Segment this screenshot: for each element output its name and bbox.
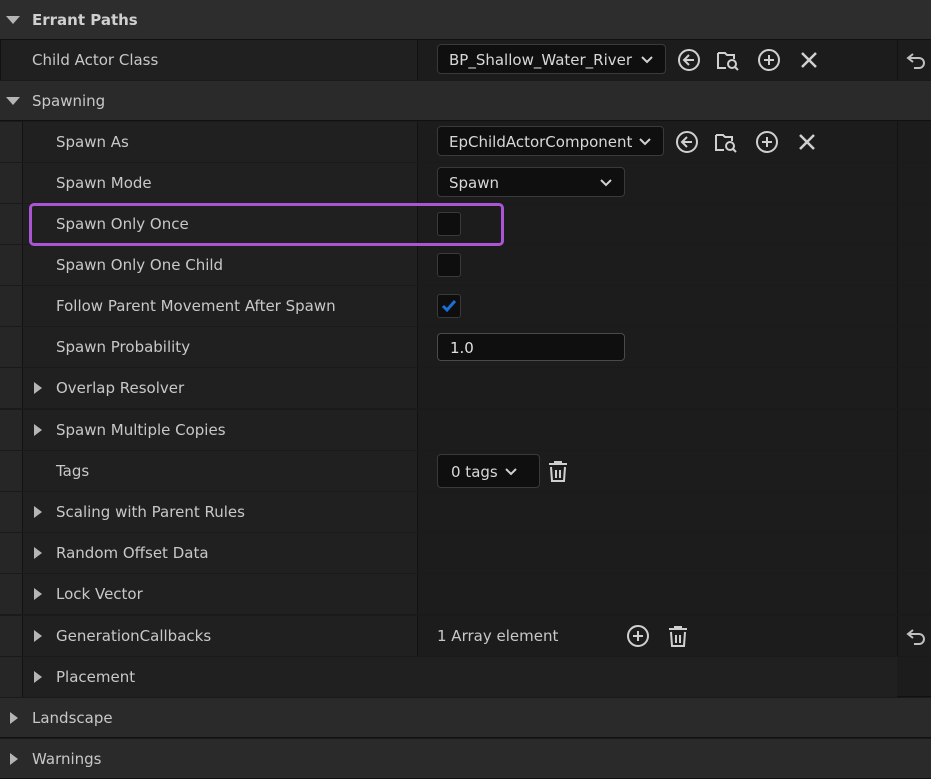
expand-arrow-icon[interactable] (34, 671, 42, 683)
property-label: Spawn Mode (56, 174, 152, 192)
expand-arrow-icon[interactable] (10, 753, 18, 765)
property-label: Overlap Resolver (56, 379, 185, 397)
chevron-down-icon (641, 56, 653, 64)
combo-value: BP_Shallow_Water_River (449, 51, 633, 69)
tags-row: Tags 0 tags (0, 451, 931, 491)
add-icon[interactable] (757, 48, 781, 72)
array-count: 1 Array element (437, 627, 559, 645)
browse-folder-icon[interactable] (716, 48, 740, 72)
property-label: Spawn Only Once (56, 215, 189, 233)
child-actor-class-row: Child Actor Class BP_Shallow_Water_River (0, 40, 931, 80)
add-element-icon[interactable] (626, 624, 650, 648)
random-offset-row[interactable]: Random Offset Data (0, 533, 931, 573)
property-label: Tags (56, 462, 90, 480)
expand-arrow-icon[interactable] (34, 630, 42, 642)
property-label: Spawn As (56, 133, 129, 151)
expand-arrow-icon[interactable] (10, 712, 18, 724)
child-actor-class-combo[interactable]: BP_Shallow_Water_River (437, 44, 666, 74)
property-label: Child Actor Class (32, 51, 159, 69)
browse-folder-icon[interactable] (714, 130, 738, 154)
expand-arrow-icon[interactable] (34, 506, 42, 518)
generation-callbacks-row[interactable]: GenerationCallbacks 1 Array element (0, 616, 931, 656)
property-label: Spawn Only One Child (56, 256, 224, 274)
field-value: 1.0 (450, 339, 474, 357)
clear-icon[interactable] (795, 130, 819, 154)
section-title: Landscape (32, 709, 113, 727)
property-label: Follow Parent Movement After Spawn (56, 297, 336, 315)
spawn-only-one-child-checkbox[interactable] (437, 253, 461, 277)
section-title: Errant Paths (32, 11, 138, 29)
tags-combo[interactable]: 0 tags (437, 454, 540, 488)
collapse-arrow-icon[interactable] (6, 16, 20, 24)
collapse-arrow-icon[interactable] (6, 97, 20, 105)
chevron-down-icon (639, 138, 651, 146)
checkmark-icon (441, 300, 457, 313)
overlap-resolver-row[interactable]: Overlap Resolver (0, 368, 931, 408)
section-spawning[interactable]: Spawning (0, 81, 931, 121)
follow-parent-row: Follow Parent Movement After Spawn (0, 286, 931, 326)
property-label: Spawn Multiple Copies (56, 421, 226, 439)
property-label: Spawn Probability (56, 338, 191, 356)
property-label: Random Offset Data (56, 544, 209, 562)
combo-value: 0 tags (451, 463, 498, 481)
lock-vector-row[interactable]: Lock Vector (0, 574, 931, 614)
add-icon[interactable] (755, 130, 779, 154)
spawn-mode-combo[interactable]: Spawn (437, 167, 625, 197)
spawn-only-once-row: Spawn Only Once (0, 204, 931, 244)
trash-icon[interactable] (546, 459, 570, 483)
section-errant-paths[interactable]: Errant Paths (0, 0, 931, 40)
expand-arrow-icon[interactable] (34, 588, 42, 600)
property-label: Scaling with Parent Rules (56, 503, 245, 521)
property-label: GenerationCallbacks (56, 627, 212, 645)
property-label: Placement (56, 668, 136, 686)
follow-parent-checkbox[interactable] (437, 294, 461, 318)
reset-to-default-icon[interactable] (904, 48, 928, 72)
clear-icon[interactable] (797, 48, 821, 72)
chevron-down-icon (505, 468, 517, 476)
section-warnings[interactable]: Warnings (0, 739, 931, 779)
expand-arrow-icon[interactable] (34, 547, 42, 559)
spawn-probability-row: Spawn Probability 1.0 (0, 327, 931, 367)
spawn-mode-row: Spawn Mode Spawn (0, 163, 931, 203)
use-selected-icon[interactable] (675, 130, 699, 154)
expand-arrow-icon[interactable] (34, 382, 42, 394)
section-title: Spawning (32, 92, 106, 110)
placement-row[interactable]: Placement (0, 657, 931, 697)
spawn-only-one-child-row: Spawn Only One Child (0, 245, 931, 285)
trash-icon[interactable] (666, 624, 690, 648)
spawn-probability-field[interactable]: 1.0 (437, 333, 625, 361)
chevron-down-icon (600, 179, 612, 187)
spawn-only-once-checkbox[interactable] (437, 212, 461, 236)
section-landscape[interactable]: Landscape (0, 698, 931, 738)
spawn-multiple-copies-row[interactable]: Spawn Multiple Copies (0, 410, 931, 450)
combo-value: Spawn (449, 174, 500, 192)
use-selected-icon[interactable] (677, 48, 701, 72)
spawn-as-combo[interactable]: EpChildActorComponent (437, 126, 664, 156)
section-title: Warnings (32, 750, 102, 768)
combo-value: EpChildActorComponent (449, 133, 633, 151)
reset-to-default-icon[interactable] (904, 624, 928, 648)
property-label: Lock Vector (56, 585, 143, 603)
expand-arrow-icon[interactable] (34, 424, 42, 436)
spawn-as-row: Spawn As EpChildActorComponent (0, 122, 931, 162)
scaling-row[interactable]: Scaling with Parent Rules (0, 492, 931, 532)
